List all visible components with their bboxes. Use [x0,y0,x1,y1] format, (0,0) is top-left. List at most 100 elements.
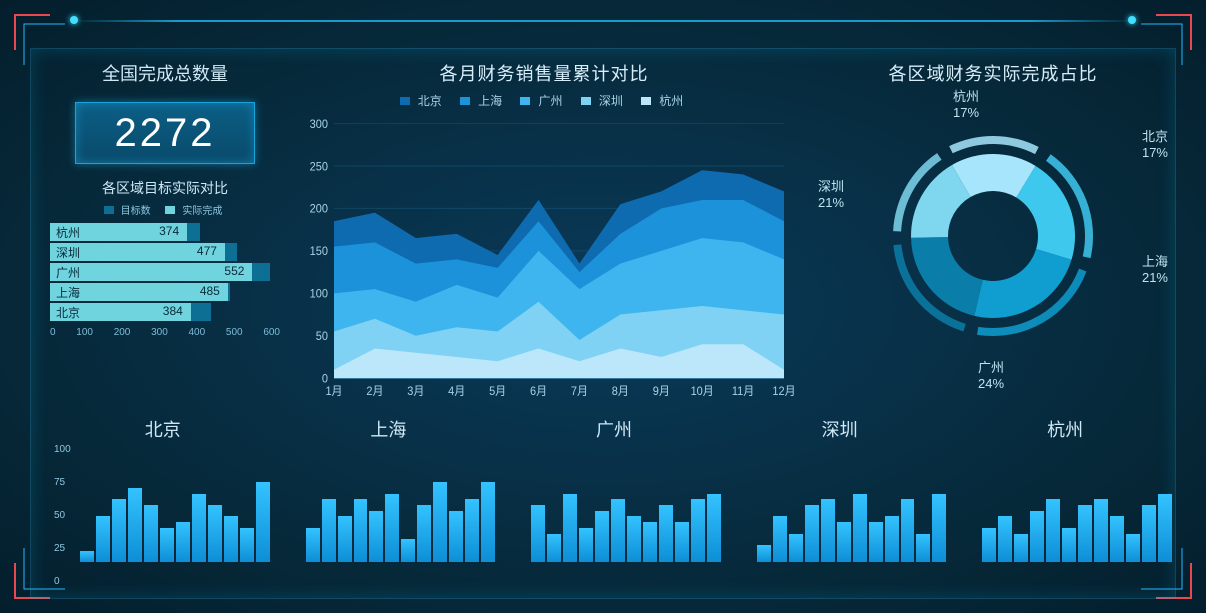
kpi-value: 2272 [75,102,255,164]
mini-bar [691,499,705,562]
mini-bar [256,482,270,562]
mini-bar [160,528,174,562]
mini-title: 上海 [276,416,502,442]
mini-title: 广州 [501,416,727,442]
slice-label: 上海21% [1142,251,1168,285]
mini-bar [1126,534,1140,563]
area-title: 各月财务销售量累计对比 [294,60,794,86]
mini-bar [627,516,641,562]
mini-bar [595,511,609,562]
hbar-legend: 目标数 实际完成 [50,202,280,217]
area-chart: 0501001502002503001月2月3月4月5月6月7月8月9月10月1… [294,113,794,410]
mini-bar [837,522,851,562]
slice-label: 广州24% [978,357,1004,391]
mini-bar [112,499,126,562]
svg-text:5月: 5月 [489,386,506,398]
mini-bar [354,499,368,562]
hbar-title: 各区域目标实际对比 [50,178,280,198]
svg-text:6月: 6月 [530,386,547,398]
mini-bar [932,494,946,562]
svg-text:3月: 3月 [407,386,424,398]
svg-text:300: 300 [310,119,328,131]
svg-text:150: 150 [310,246,328,258]
mini-bar [1014,534,1028,563]
mini-chart: 北京1007550250 [50,416,276,576]
svg-text:4月: 4月 [448,386,465,398]
mini-bar [982,528,996,562]
mini-bar [481,482,495,562]
mini-bar [465,499,479,562]
mini-bar [306,528,320,562]
mini-bar [192,494,206,562]
area-legend: 北京 上海 广州 深圳 杭州 [294,92,794,109]
circuit-dot-icon [1128,16,1136,24]
hbar-x-axis: 0100200300400500600 [50,327,280,338]
mini-bar [401,539,415,562]
mini-bar [579,528,593,562]
mini-bar [885,516,899,562]
slice-label: 深圳21% [818,176,844,210]
top-circuit-line [70,20,1136,22]
mini-bar [1046,499,1060,562]
mini-title: 杭州 [952,416,1178,442]
mini-bar [369,511,383,562]
svg-text:9月: 9月 [653,386,670,398]
mini-bar [643,522,657,562]
hbar-row: 广州552 [50,263,280,281]
svg-text:12月: 12月 [772,386,794,398]
mini-bar [611,499,625,562]
svg-text:2月: 2月 [366,386,383,398]
mini-bar [128,488,142,562]
mini-bar [96,516,110,562]
circuit-dot-icon [70,16,78,24]
mini-bar [547,534,561,563]
mini-bar [659,505,673,562]
hbar-row: 上海485 [50,283,280,301]
mini-bar [449,511,463,562]
slice-label: 杭州17% [953,86,979,120]
hbar-row: 北京384 [50,303,280,321]
hbar-plot: 杭州374 深圳477 广州552 上海485 北京384 [50,221,280,323]
mini-bar [901,499,915,562]
mini-bar [1062,528,1076,562]
svg-text:100: 100 [310,288,328,300]
mini-bar [1094,499,1108,562]
mini-bar [789,534,803,563]
svg-text:10月: 10月 [691,386,714,398]
area-panel: 各月财务销售量累计对比 北京 上海 广州 深圳 杭州 0501001502002… [294,60,794,410]
mini-bar [821,499,835,562]
svg-text:50: 50 [316,331,328,343]
svg-text:11月: 11月 [732,386,754,398]
hbar-row: 深圳477 [50,243,280,261]
svg-text:1月: 1月 [325,386,342,398]
mini-bar [1110,516,1124,562]
mini-bar [773,516,787,562]
mini-chart: 深圳 [727,416,953,576]
mini-bar [208,505,222,562]
mini-bar [433,482,447,562]
mini-bar [1142,505,1156,562]
mini-chart: 上海 [276,416,502,576]
svg-text:7月: 7月 [571,386,588,398]
mini-chart: 杭州 [952,416,1178,576]
mini-bar [1078,505,1092,562]
slice-label: 北京17% [1142,126,1168,160]
svg-text:200: 200 [310,203,328,215]
mini-bar [853,494,867,562]
hbar-row: 杭州374 [50,223,280,241]
mini-bar [224,516,238,562]
mini-bar [757,545,771,562]
mini-bar [916,534,930,563]
mini-bar [176,522,190,562]
kpi-panel: 全国完成总数量 2272 各区域目标实际对比 目标数 实际完成 杭州374 深圳4… [50,60,280,410]
mini-bar [80,551,94,562]
mini-bar [1158,494,1172,562]
mini-bar [144,505,158,562]
kpi-title: 全国完成总数量 [50,60,280,86]
mini-bar [417,505,431,562]
mini-bar [805,505,819,562]
mini-bar [563,494,577,562]
svg-text:8月: 8月 [612,386,629,398]
mini-bar [869,522,883,562]
donut-panel: 各区域财务实际完成占比 杭州17% 北京17% 上海21% 广州24% 深圳21… [808,60,1178,410]
